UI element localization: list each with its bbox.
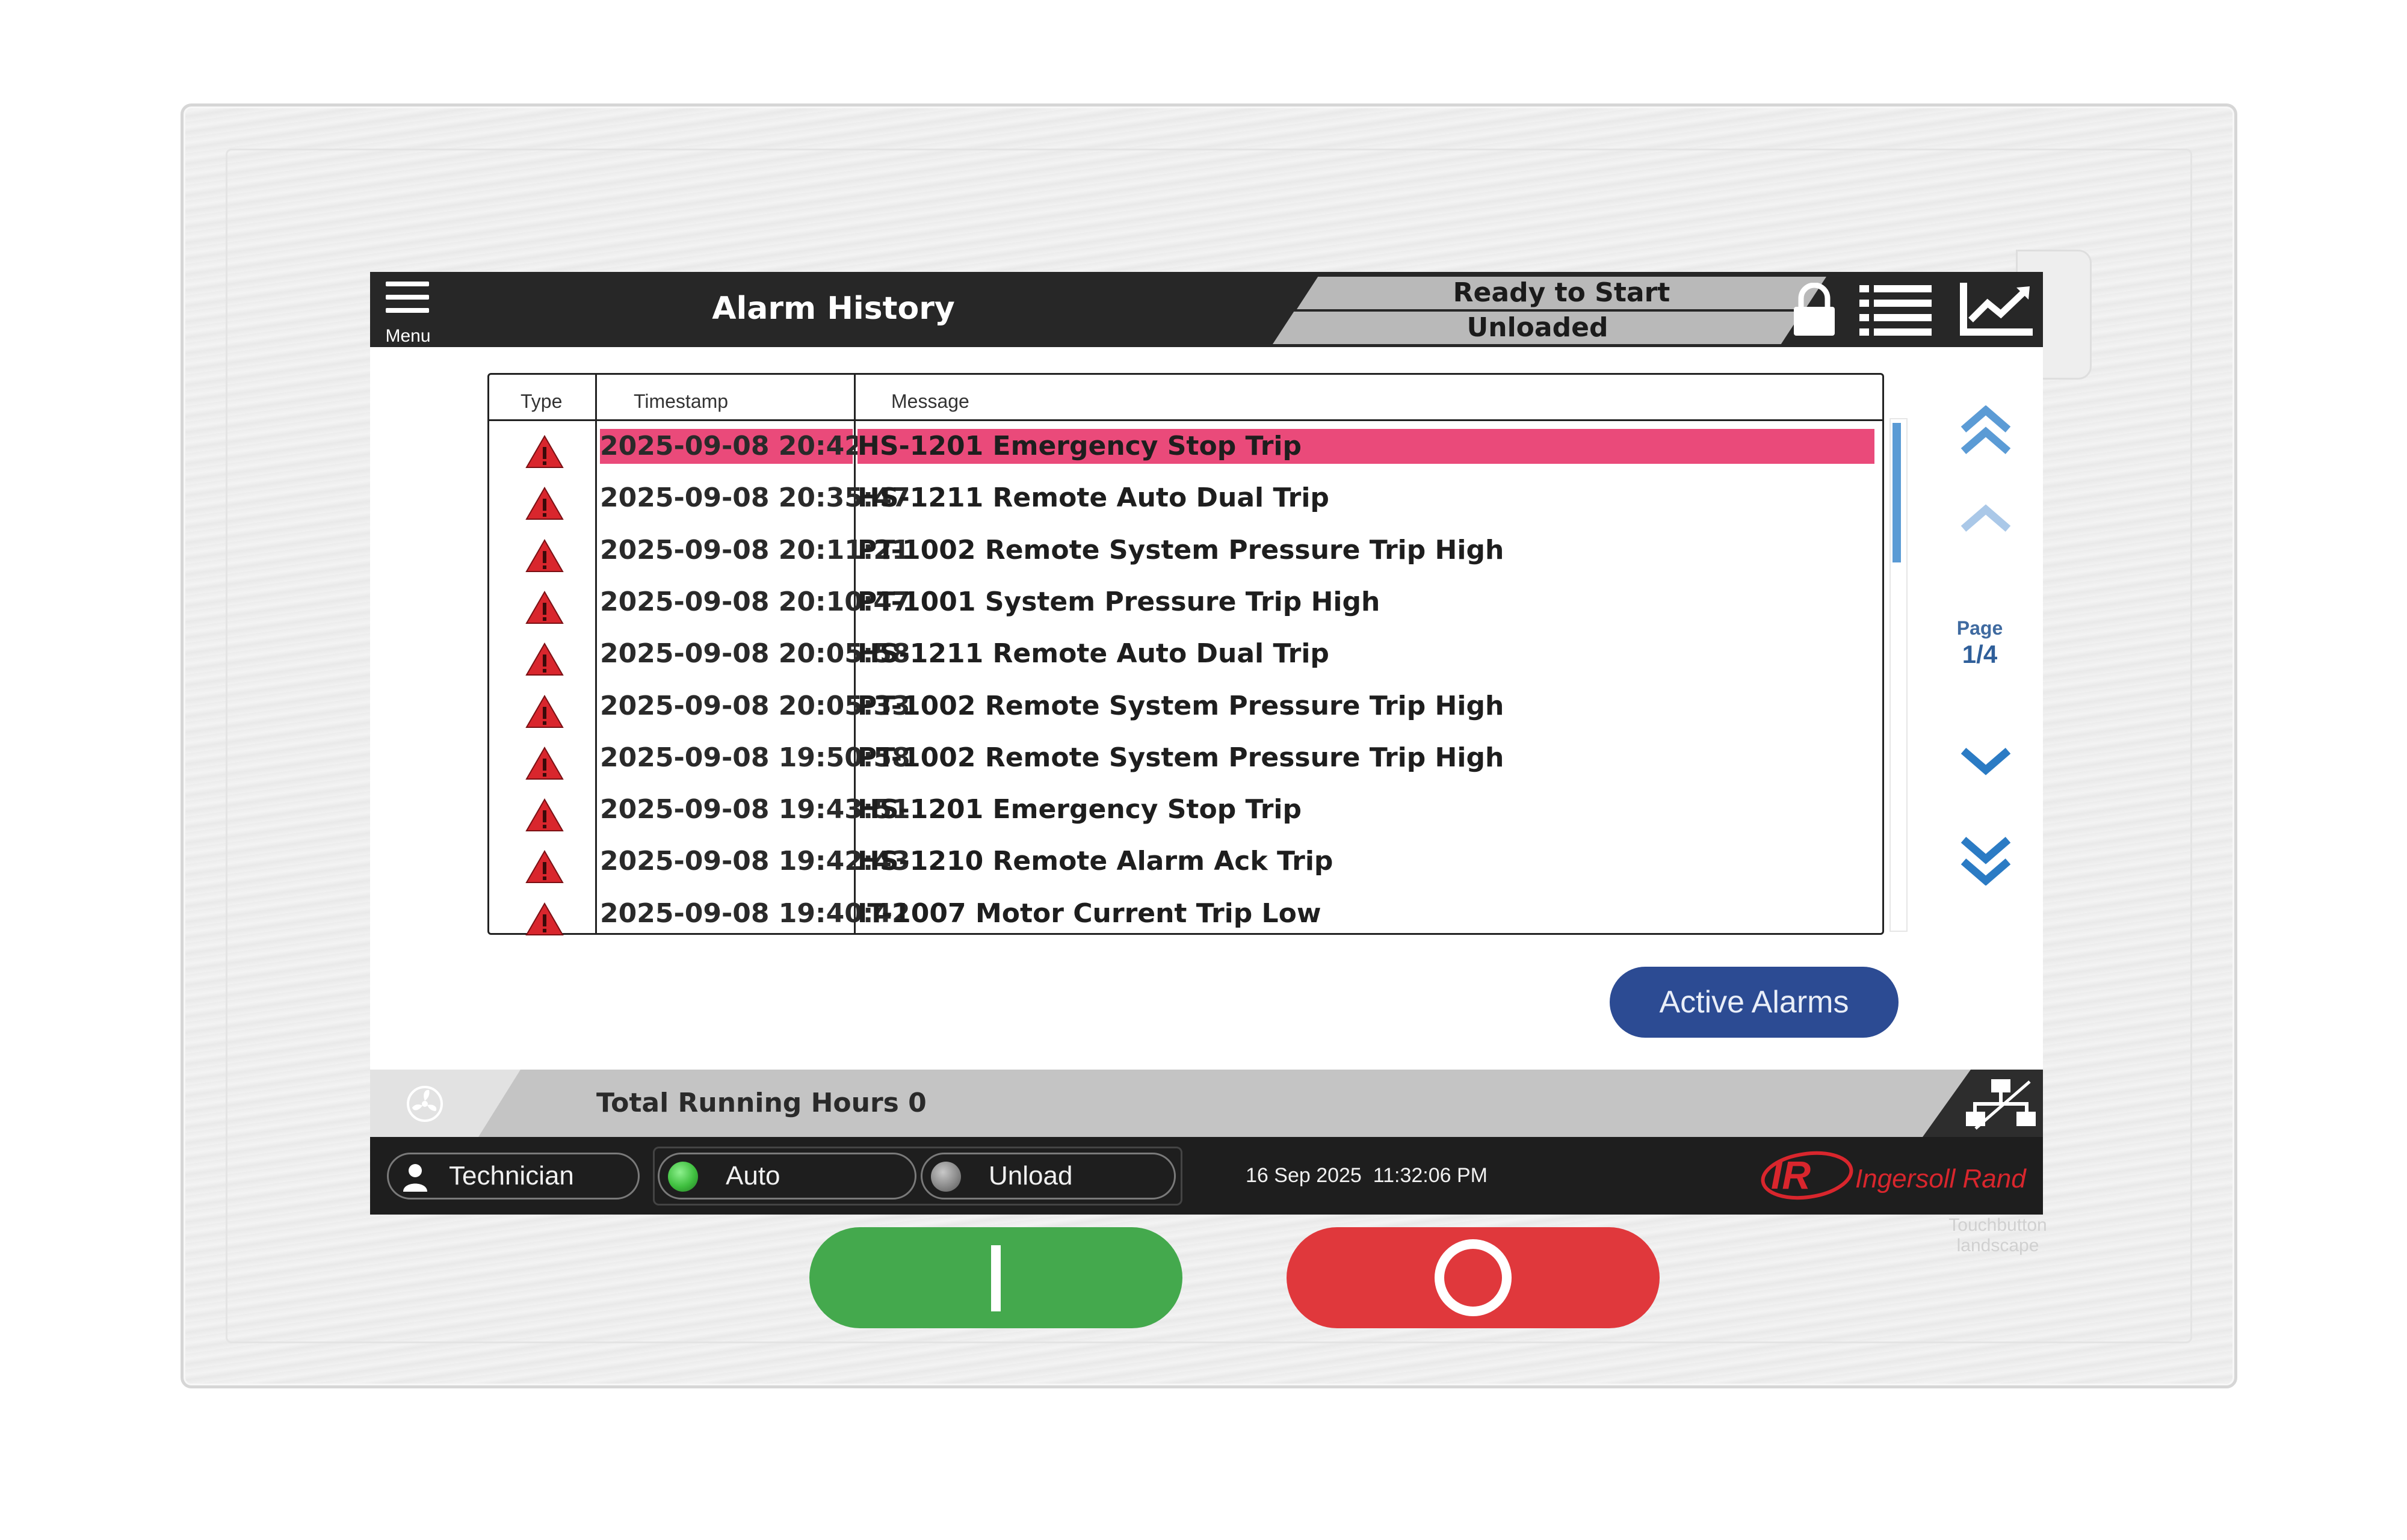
next-page-button[interactable] <box>1959 746 2013 778</box>
table-row[interactable]: 2025-09-08 20:10:47 PT-1001 System Pressu… <box>489 580 1882 632</box>
alarm-message: PT-1001 System Pressure Trip High <box>857 586 1380 617</box>
network-status[interactable] <box>1923 1070 2043 1137</box>
unload-status-led <box>931 1162 961 1192</box>
table-row[interactable]: 2025-09-08 20:35:47 HS-1211 Remote Auto D… <box>489 476 1882 528</box>
alarm-message: HS-1211 Remote Auto Dual Trip <box>857 638 1329 670</box>
device-watermark-line1: Touchbutton <box>1948 1215 2047 1235</box>
double-chevron-down-icon <box>1961 837 2011 886</box>
table-row[interactable]: 2025-09-08 20:42:07 HS-1201 Emergency Sto… <box>489 424 1882 476</box>
previous-page-button[interactable] <box>1959 504 2013 536</box>
alarm-timestamp: 2025-09-08 20:42:07 <box>600 429 910 464</box>
table-header: Type Timestamp Message <box>489 375 1882 421</box>
alarm-timestamp: 2025-09-08 20:11:21 <box>600 534 910 565</box>
table-scrollbar[interactable] <box>1889 418 1908 932</box>
page-indicator: 1/4 <box>1962 640 1998 668</box>
status-run-state: Ready to Start <box>1297 277 1826 309</box>
stop-button[interactable] <box>1287 1227 1660 1328</box>
alarm-timestamp: 2025-09-08 20:05:33 <box>600 690 910 721</box>
total-running-hours: Total Running Hours 0 <box>596 1088 927 1118</box>
menu-bar-line <box>386 308 429 313</box>
warning-triangle-icon <box>525 435 564 468</box>
warning-triangle-icon <box>525 746 564 780</box>
column-header-timestamp: Timestamp <box>634 390 729 412</box>
alarm-message: PT-1002 Remote System Pressure Trip High <box>857 690 1504 721</box>
status-load-state: Unloaded <box>1273 312 1802 344</box>
stop-symbol-icon <box>1435 1239 1512 1316</box>
logo-monogram: IR <box>1771 1153 1811 1197</box>
alarm-timestamp: 2025-09-08 20:10:47 <box>600 586 910 617</box>
table-row[interactable]: 2025-09-08 19:42:43 HS-1210 Remote Alarm … <box>489 839 1882 891</box>
auto-mode-button[interactable]: Auto <box>658 1153 916 1200</box>
auto-mode-label: Auto <box>726 1161 780 1190</box>
page-title: Alarm History <box>712 291 955 327</box>
alarm-timestamp: 2025-09-08 19:42:43 <box>600 846 910 877</box>
menu-bar-line <box>386 295 429 300</box>
unload-mode-button[interactable]: Unload <box>921 1153 1176 1200</box>
device-watermark: Touchbutton landscape <box>1920 1215 2076 1256</box>
trend-chart-icon[interactable] <box>1959 282 2034 339</box>
fan-icon <box>407 1086 443 1122</box>
alarm-timestamp: 2025-09-08 20:35:47 <box>600 482 910 514</box>
logo-wordmark: Ingersoll Rand <box>1855 1164 2027 1194</box>
table-row[interactable]: 2025-09-08 19:40:42 IT-1007 Motor Current… <box>489 892 1882 943</box>
hmi-screen: Menu Alarm History Ready to Start Unload… <box>370 272 2043 1215</box>
table-row[interactable]: 2025-09-08 20:05:33 PT-1002 Remote System… <box>489 684 1882 736</box>
double-chevron-up-icon <box>1961 405 2011 454</box>
alarm-history-table: Type Timestamp Message 2025-09-08 20:42:… <box>487 373 1884 935</box>
active-alarms-button[interactable]: Active Alarms <box>1610 967 1899 1038</box>
alarm-message: HS-1201 Emergency Stop Trip <box>857 794 1302 825</box>
user-role: Technician <box>449 1161 574 1190</box>
network-icon <box>1966 1079 2036 1130</box>
alarm-message: HS-1201 Emergency Stop Trip <box>857 429 1874 464</box>
ingersoll-rand-logo: IR Ingersoll Rand <box>1760 1150 2043 1204</box>
auto-status-led <box>668 1162 698 1192</box>
lock-icon[interactable] <box>1790 282 1838 339</box>
column-header-type: Type <box>521 390 563 412</box>
warning-triangle-icon <box>525 850 564 884</box>
table-row[interactable]: 2025-09-08 20:11:21 PT-1002 Remote System… <box>489 528 1882 580</box>
last-page-button[interactable] <box>1959 835 2013 888</box>
menu-button[interactable]: Menu <box>381 279 435 346</box>
hours-bar-left-segment <box>370 1070 521 1137</box>
warning-triangle-icon <box>525 694 564 728</box>
alarm-timestamp: 2025-09-08 20:05:58 <box>600 638 910 670</box>
device-watermark-line2: landscape <box>1956 1236 2039 1255</box>
start-button[interactable] <box>809 1227 1182 1328</box>
chevron-down-icon <box>1961 748 2011 775</box>
alarm-timestamp: 2025-09-08 19:40:42 <box>600 898 910 929</box>
warning-triangle-icon <box>525 642 564 676</box>
table-row[interactable]: 2025-09-08 19:43:51 HS-1201 Emergency Sto… <box>489 787 1882 839</box>
list-icon[interactable] <box>1859 285 1932 339</box>
system-datetime: 16 Sep 2025 11:32:06 PM <box>1246 1164 1488 1187</box>
user-icon <box>403 1164 427 1192</box>
start-symbol-icon <box>991 1245 1001 1311</box>
warning-triangle-icon <box>525 798 564 832</box>
ir-brand-mark-icon: IR Ingersoll Rand <box>1761 1151 2027 1200</box>
unload-mode-label: Unload <box>989 1161 1073 1190</box>
alarm-timestamp: 2025-09-08 19:43:51 <box>600 794 910 825</box>
alarm-message: PT-1002 Remote System Pressure Trip High <box>857 742 1504 773</box>
column-header-message: Message <box>891 390 969 412</box>
alarm-timestamp: 2025-09-08 19:50:58 <box>600 742 910 773</box>
user-login-button[interactable]: Technician <box>387 1153 640 1200</box>
warning-triangle-icon <box>525 590 564 624</box>
page-label: Page <box>1956 617 2003 639</box>
first-page-button[interactable] <box>1959 405 2013 458</box>
warning-triangle-icon <box>525 538 564 572</box>
chevron-up-icon <box>1961 504 2011 532</box>
menu-bar-line <box>386 282 429 286</box>
table-row[interactable]: 2025-09-08 19:50:58 PT-1002 Remote System… <box>489 736 1882 787</box>
bottom-status-bar: Technician Auto Unload 16 Sep 2025 11:32… <box>370 1137 2043 1215</box>
alarm-message: HS-1210 Remote Alarm Ack Trip <box>857 846 1333 877</box>
warning-triangle-icon <box>525 902 564 935</box>
warning-triangle-icon <box>525 487 564 520</box>
alarm-message: HS-1211 Remote Auto Dual Trip <box>857 482 1329 514</box>
running-hours-bar: Total Running Hours 0 <box>370 1070 2043 1137</box>
header-bar: Menu Alarm History Ready to Start Unload… <box>370 272 2043 347</box>
alarm-message: IT-1007 Motor Current Trip Low <box>857 898 1321 929</box>
scrollbar-thumb[interactable] <box>1893 423 1901 562</box>
table-row[interactable]: 2025-09-08 20:05:58 HS-1211 Remote Auto D… <box>489 632 1882 683</box>
alarm-message: PT-1002 Remote System Pressure Trip High <box>857 534 1504 565</box>
menu-label: Menu <box>385 326 431 346</box>
